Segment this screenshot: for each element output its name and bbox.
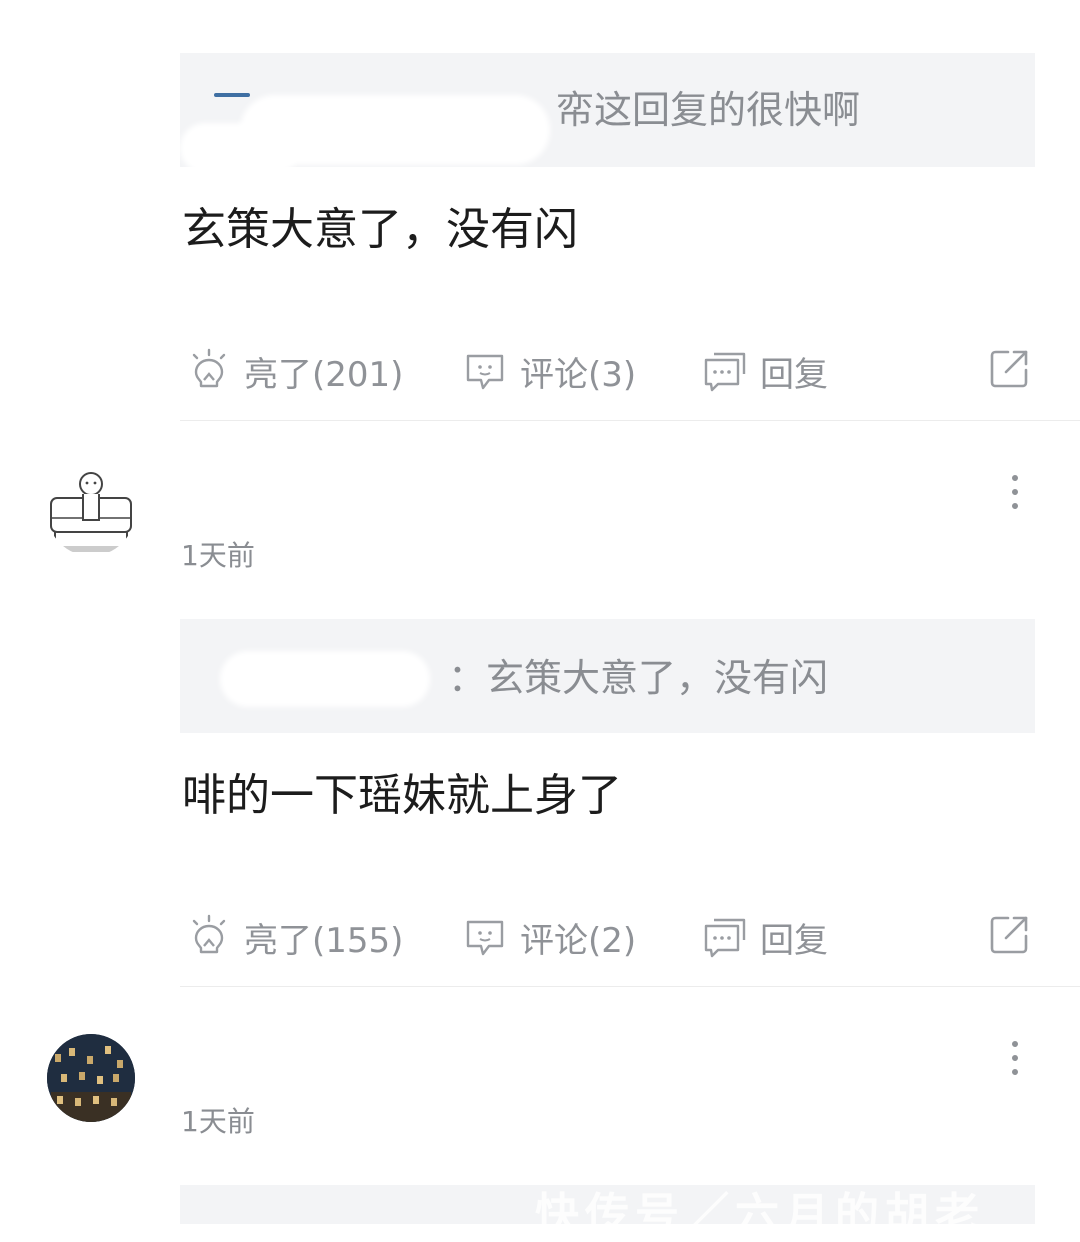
more-vertical-icon[interactable]: [1003, 1038, 1027, 1078]
reply-label: 回复: [760, 354, 828, 395]
bulb-icon: [192, 348, 226, 388]
blur-mask: [180, 123, 300, 167]
like-button[interactable]: 亮了(155): [186, 912, 403, 962]
reply-button[interactable]: 回复: [702, 912, 828, 962]
share-icon[interactable]: [986, 346, 1032, 392]
divider: [180, 986, 1080, 987]
quote-author-fragment: [214, 93, 250, 97]
share-icon[interactable]: [986, 912, 1032, 958]
bulb-icon: [192, 914, 226, 954]
blur-mask: [220, 651, 430, 707]
comment-count: 评论(3): [520, 354, 637, 395]
comment-bubble-icon: [466, 354, 504, 390]
reply-bubbles-icon: [704, 352, 746, 392]
reply-label: 回复: [760, 920, 828, 961]
quote-block[interactable]: 帟这回复的很快啊: [180, 53, 1035, 167]
avatar[interactable]: [47, 1034, 135, 1122]
watermark: 快传号／六月的胡老: [535, 1189, 985, 1240]
comment-button[interactable]: 评论(2): [462, 912, 636, 962]
comment-body: 啡的一下瑶妹就上身了: [182, 770, 622, 821]
more-vertical-icon[interactable]: [1003, 472, 1027, 512]
comment-time: 1天前: [181, 1105, 255, 1138]
comment-count: 评论(2): [520, 920, 637, 961]
quote-block[interactable]: ：玄策大意了，没有闪: [180, 619, 1035, 733]
avatar-sketch: [50, 472, 132, 552]
quote-text: 帟这回复的很快啊: [556, 88, 861, 132]
avatar[interactable]: [47, 468, 135, 556]
comment-button[interactable]: 评论(3): [462, 346, 636, 396]
divider: [180, 420, 1080, 421]
reply-button[interactable]: 回复: [702, 346, 828, 396]
like-count: 亮了(155): [244, 920, 404, 961]
like-button[interactable]: 亮了(201): [186, 346, 403, 396]
comment-time: 1天前: [181, 539, 255, 572]
comment-bubble-icon: [466, 920, 504, 956]
avatar-night-scene: [47, 1034, 135, 1122]
comment-body: 玄策大意了，没有闪: [182, 204, 578, 255]
reply-bubbles-icon: [704, 918, 746, 958]
like-count: 亮了(201): [244, 354, 404, 395]
quote-text: ：玄策大意了，没有闪: [448, 656, 829, 700]
